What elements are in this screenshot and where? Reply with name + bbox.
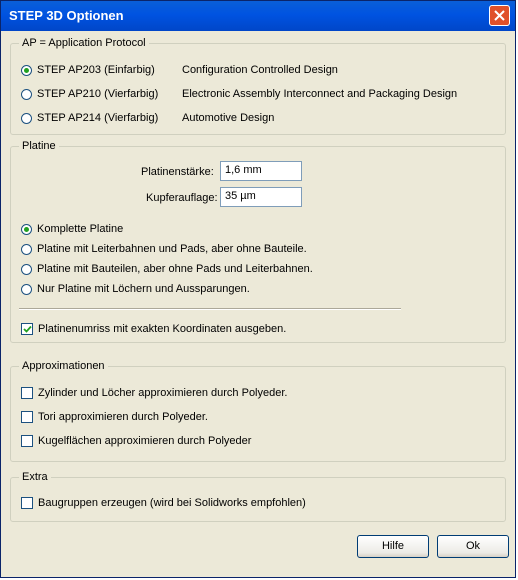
extra-group-legend: Extra [19, 471, 51, 483]
outline-checkbox[interactable]: Platinenumriss mit exakten Koordinaten a… [21, 321, 286, 337]
approximation-group-legend: Approximationen [19, 360, 108, 372]
radio-board-components[interactable]: Platine mit Bauteilen, aber ohne Pads un… [21, 261, 313, 277]
platine-group-legend: Platine [19, 140, 59, 152]
radio-ap203-label: STEP AP203 (Einfarbig) [37, 64, 155, 76]
close-button[interactable] [489, 5, 510, 26]
checkbox-box[interactable] [21, 435, 33, 447]
tori-checkbox-label: Tori approximieren durch Polyeder. [38, 411, 208, 423]
radio-indicator[interactable] [21, 223, 32, 235]
radio-complete-board[interactable]: Komplette Platine [21, 221, 123, 237]
radio-indicator[interactable] [21, 263, 32, 275]
copper-label: Kupferauflage: [146, 192, 218, 204]
ok-button[interactable]: Ok [437, 535, 509, 558]
outline-checkbox-label: Platinenumriss mit exakten Koordinaten a… [38, 323, 287, 335]
tori-checkbox[interactable]: Tori approximieren durch Polyeder. [21, 409, 208, 425]
radio-ap203[interactable]: STEP AP203 (Einfarbig) [21, 62, 155, 78]
radio-board-holes-label: Nur Platine mit Löchern und Aussparungen… [37, 283, 250, 295]
radio-indicator[interactable] [21, 112, 32, 124]
cylinder-checkbox-label: Zylinder und Löcher approximieren durch … [38, 387, 288, 399]
checkmark-icon [23, 325, 32, 333]
copper-input[interactable]: 35 µm [220, 187, 302, 207]
radio-board-traces-pads-label: Platine mit Leiterbahnen und Pads, aber … [37, 243, 307, 255]
radio-ap210-label: STEP AP210 (Vierfarbig) [37, 88, 159, 100]
radio-ap214[interactable]: STEP AP214 (Vierfarbig) [21, 110, 158, 126]
window-title: STEP 3D Optionen [9, 8, 124, 23]
ap203-description: Configuration Controlled Design [182, 64, 338, 76]
checkbox-box[interactable] [21, 387, 33, 399]
checkbox-box[interactable] [21, 497, 33, 509]
radio-board-traces-pads[interactable]: Platine mit Leiterbahnen und Pads, aber … [21, 241, 307, 257]
extra-group: Extra Baugruppen erzeugen (wird bei Soli… [10, 471, 506, 522]
checkbox-box[interactable] [21, 411, 33, 423]
cylinder-checkbox[interactable]: Zylinder und Löcher approximieren durch … [21, 385, 287, 401]
dialog-window: STEP 3D Optionen AP = Application Protoc… [0, 0, 516, 578]
sphere-checkbox[interactable]: Kugelflächen approximieren durch Polyede… [21, 433, 251, 449]
thickness-input[interactable]: 1,6 mm [220, 161, 302, 181]
radio-board-holes[interactable]: Nur Platine mit Löchern und Aussparungen… [21, 281, 250, 297]
ap214-description: Automotive Design [182, 112, 275, 124]
radio-indicator[interactable] [21, 243, 32, 255]
radio-complete-board-label: Komplette Platine [37, 223, 124, 235]
radio-ap210[interactable]: STEP AP210 (Vierfarbig) [21, 86, 158, 102]
title-bar[interactable]: STEP 3D Optionen [1, 1, 515, 31]
radio-indicator[interactable] [21, 283, 32, 295]
sphere-checkbox-label: Kugelflächen approximieren durch Polyede… [38, 435, 252, 447]
radio-ap214-label: STEP AP214 (Vierfarbig) [37, 112, 159, 124]
radio-indicator[interactable] [21, 88, 32, 100]
thickness-label: Platinenstärke: [141, 166, 214, 178]
separator [19, 308, 401, 310]
radio-indicator[interactable] [21, 64, 32, 76]
checkbox-box[interactable] [21, 323, 33, 335]
radio-board-components-label: Platine mit Bauteilen, aber ohne Pads un… [37, 263, 313, 275]
platine-group: Platine Platinenstärke: 1,6 mm Kupferauf… [10, 140, 506, 343]
dialog-client: AP = Application Protocol STEP AP203 (Ei… [4, 31, 512, 576]
assemblies-checkbox[interactable]: Baugruppen erzeugen (wird bei Solidworks… [21, 495, 306, 511]
help-button[interactable]: Hilfe [357, 535, 429, 558]
assemblies-checkbox-label: Baugruppen erzeugen (wird bei Solidworks… [38, 497, 306, 509]
approximation-group: Approximationen Zylinder und Löcher appr… [10, 360, 506, 462]
close-icon [494, 10, 505, 21]
ap210-description: Electronic Assembly Interconnect and Pac… [182, 88, 458, 100]
ap-group-legend: AP = Application Protocol [19, 37, 149, 49]
ap-group: AP = Application Protocol STEP AP203 (Ei… [10, 37, 506, 135]
